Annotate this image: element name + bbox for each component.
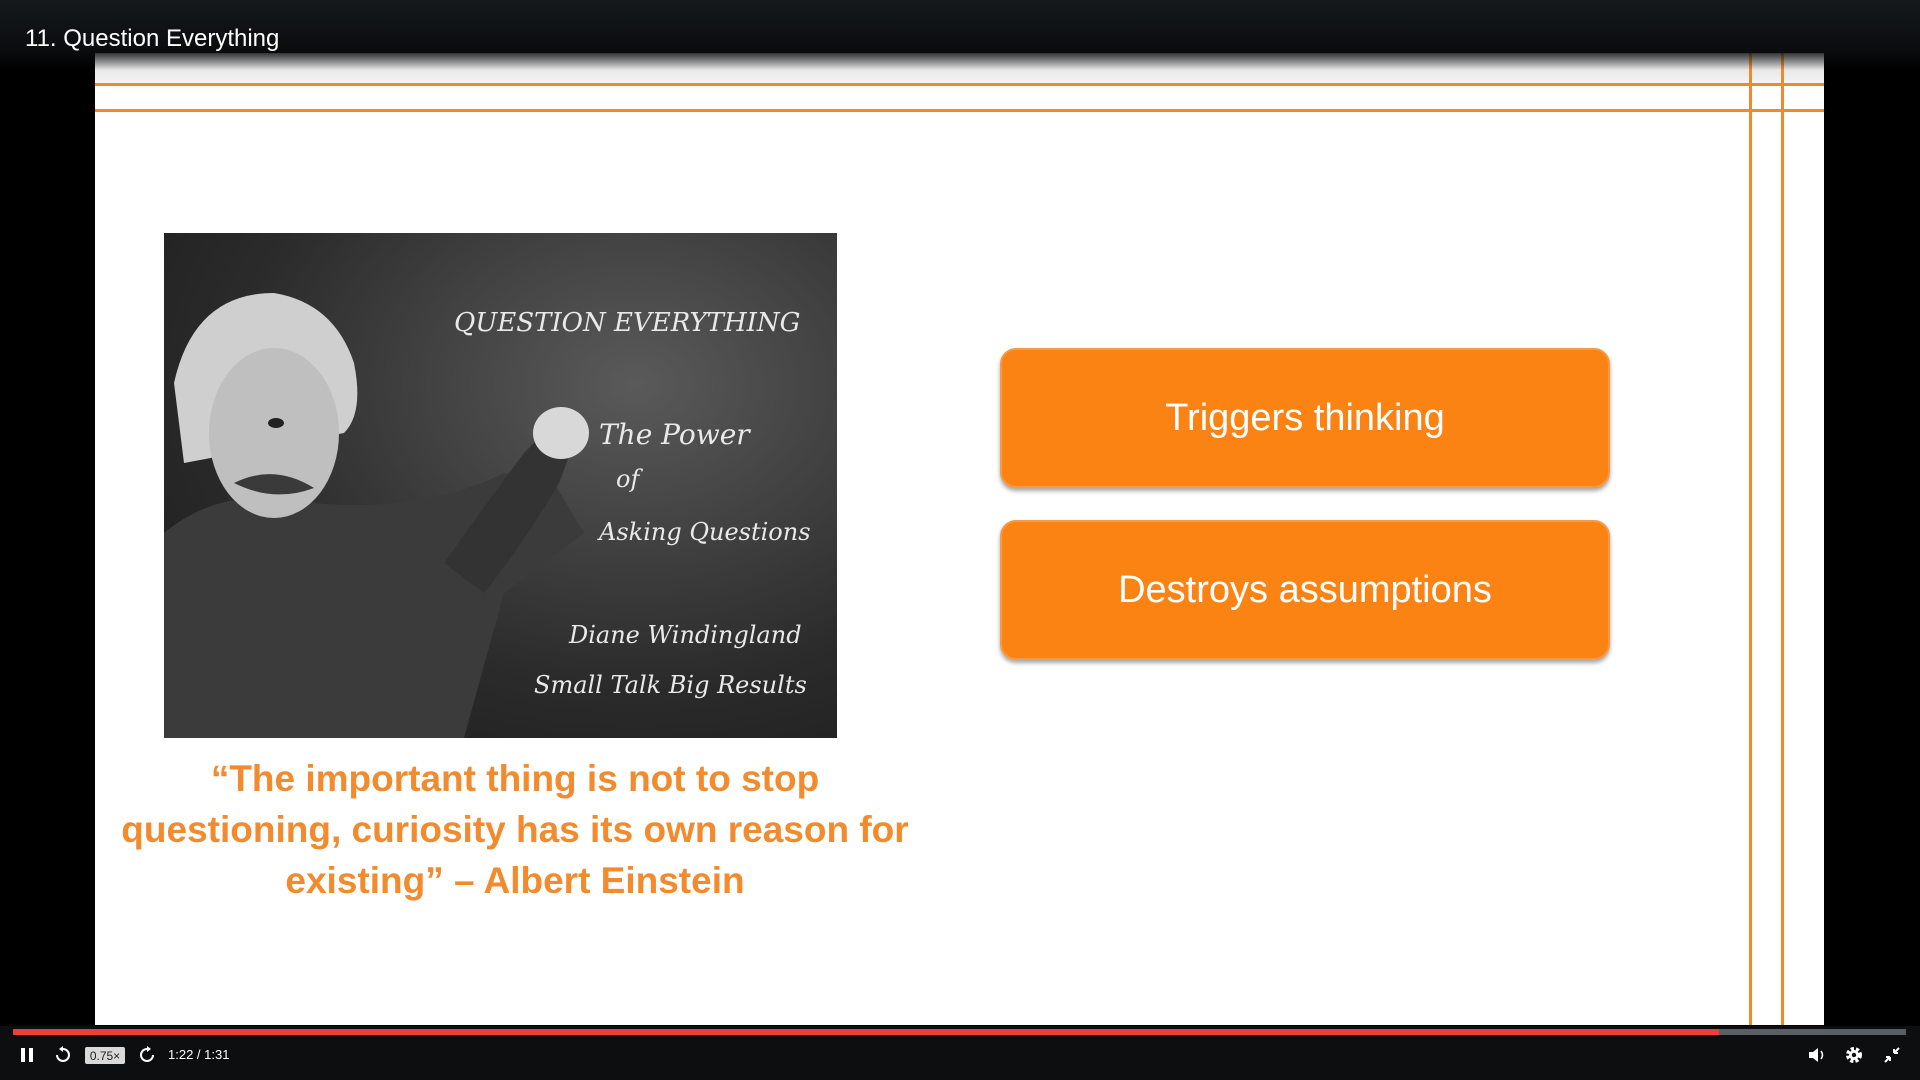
volume-icon <box>1809 1048 1824 1062</box>
chalk-line-2: of <box>616 465 640 493</box>
slide-top-line-2 <box>95 109 1824 112</box>
einstein-chalkboard-photo: QUESTION EVERYTHING The Power of Asking … <box>164 233 837 738</box>
rewind-button[interactable] <box>53 1045 73 1065</box>
pause-icon <box>21 1048 33 1062</box>
chalk-line-5: Small Talk Big Results <box>534 671 807 699</box>
forward-icon <box>140 1046 154 1062</box>
rewind-icon <box>56 1046 70 1062</box>
progress-bar[interactable] <box>13 1029 1906 1035</box>
gear-icon <box>1846 1047 1862 1063</box>
settings-button[interactable] <box>1843 1044 1865 1066</box>
slide: QUESTION EVERYTHING The Power of Asking … <box>95 53 1824 1025</box>
pause-button[interactable] <box>17 1045 37 1065</box>
slide-top-line <box>95 83 1824 86</box>
chalk-line-4: Diane Windingland <box>569 621 802 649</box>
chalk-title: QUESTION EVERYTHING <box>454 308 801 338</box>
playback-speed-button[interactable]: 0.75× <box>85 1047 125 1064</box>
box-triggers-thinking: Triggers thinking <box>1000 348 1610 488</box>
time-display: 1:22 / 1:31 <box>168 1047 230 1062</box>
title-bar <box>0 0 1920 70</box>
volume-button[interactable] <box>1806 1045 1828 1065</box>
video-title: 11. Question Everything <box>25 25 280 52</box>
box-destroys-assumptions: Destroys assumptions <box>1000 520 1610 660</box>
einstein-quote: “The important thing is not to stop ques… <box>121 758 909 901</box>
chalk-line-1: The Power <box>599 418 750 451</box>
video-player[interactable]: 11. Question Everything QUESTION EVERYTH… <box>0 0 1920 1080</box>
slide-right-line <box>1749 53 1752 1025</box>
forward-button[interactable] <box>137 1045 157 1065</box>
chalk-line-3: Asking Questions <box>599 518 811 546</box>
progress-fill <box>13 1029 1719 1035</box>
exit-fullscreen-button[interactable] <box>1882 1045 1902 1065</box>
exit-fullscreen-icon <box>1884 1047 1900 1063</box>
slide-right-line-2 <box>1781 53 1784 1025</box>
